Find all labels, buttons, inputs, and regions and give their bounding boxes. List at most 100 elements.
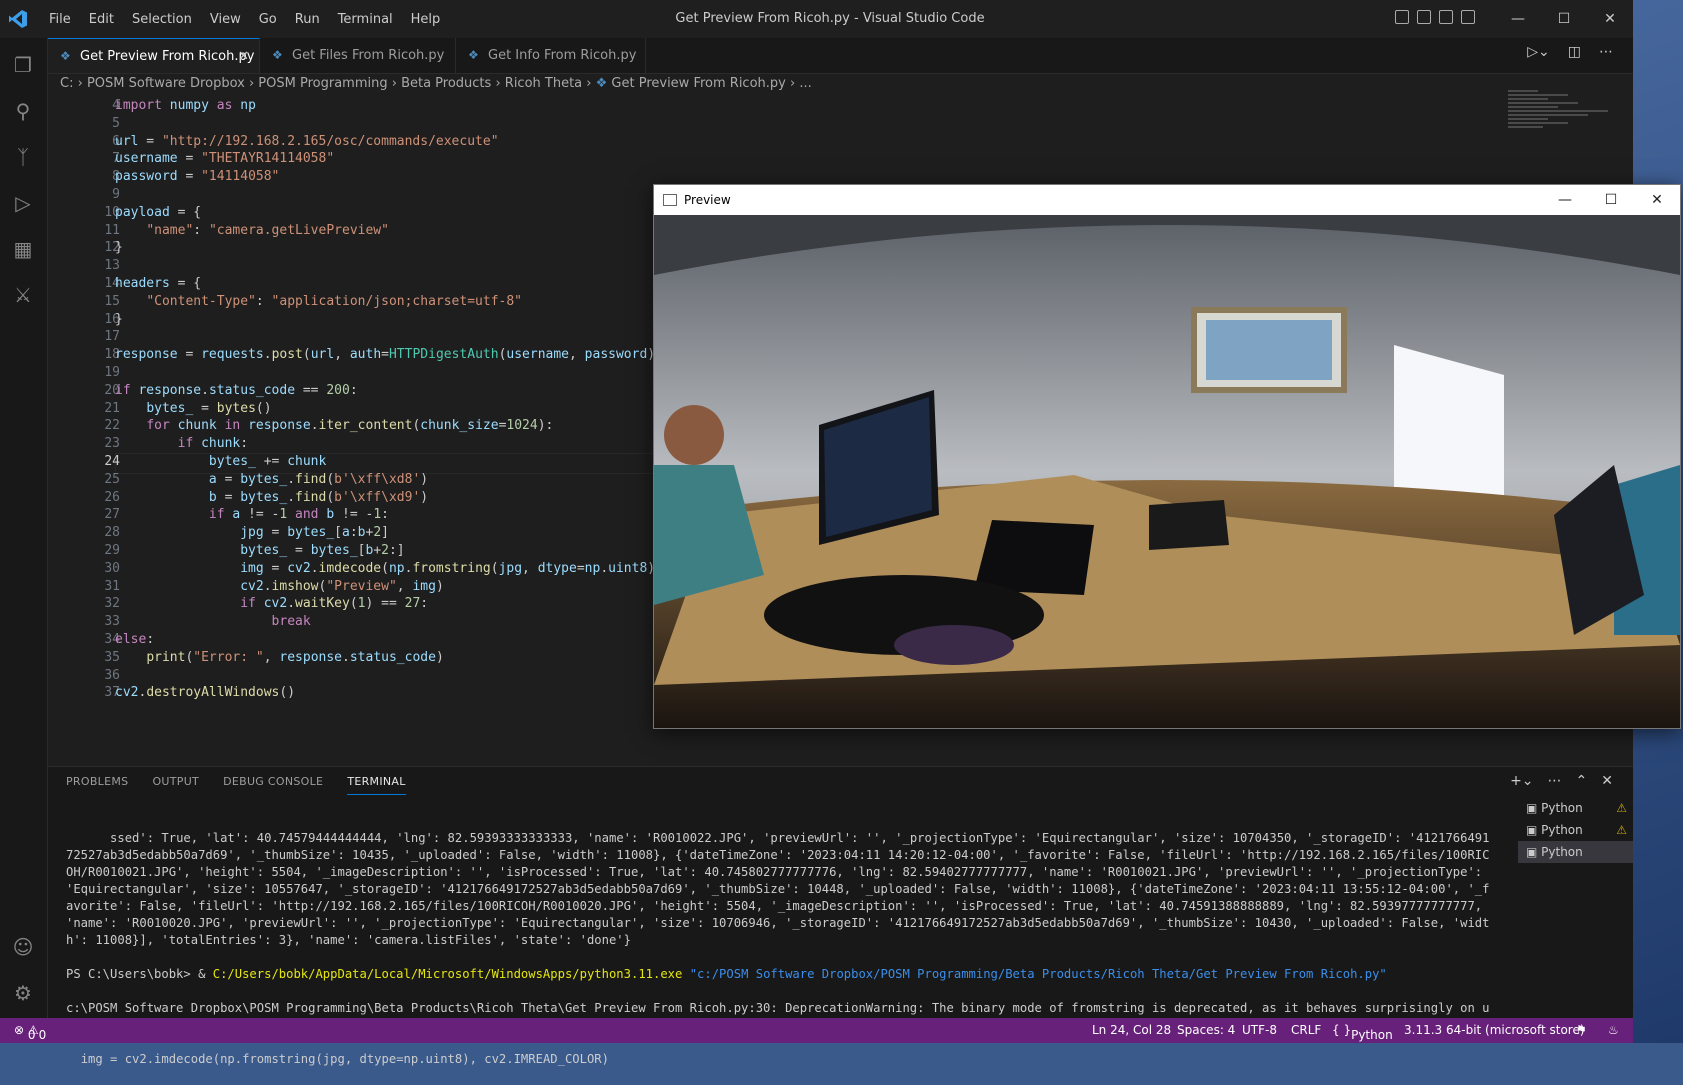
terminal-list: ▣ Python ⚠ ▣ Python ⚠ ▣ Python [1518, 797, 1633, 863]
menu-file[interactable]: File [40, 12, 80, 27]
explorer-icon[interactable]: ❐ [10, 52, 36, 78]
encoding[interactable]: UTF-8 [1242, 1023, 1277, 1037]
code-line: response = requests.post(url, auth=HTTPD… [115, 347, 663, 363]
line-number: 25 [104, 471, 120, 487]
tab-debug-console[interactable]: DEBUG CONSOLE [223, 775, 323, 795]
line-ending[interactable]: CRLF [1291, 1023, 1321, 1037]
new-terminal-icon[interactable]: +⌄ [1510, 773, 1533, 789]
line-number: 13 [104, 258, 120, 274]
tab-terminal[interactable]: TERMINAL [347, 775, 406, 795]
status-bar: ⊗ 0 ⚠ 0 Ln 24, Col 28 Spaces: 4 UTF-8 CR… [0, 1018, 1633, 1043]
live-preview-image [654, 215, 1680, 728]
breadcrumb-item[interactable]: POSM Software Dropbox [87, 76, 245, 91]
line-number: 36 [104, 667, 120, 683]
split-editor-icon[interactable]: ◫ [1568, 44, 1581, 60]
terminal-item[interactable]: ▣ Python ⚠ [1518, 797, 1633, 819]
more-actions-icon[interactable]: ⋯ [1548, 773, 1562, 789]
code-line: jpg = bytes_[a:b+2] [240, 525, 389, 541]
source-control-icon[interactable]: ᛉ [10, 144, 36, 170]
python-interpreter[interactable]: 3.11.3 64-bit (microsoft store) [1404, 1023, 1585, 1037]
cursor-position[interactable]: Ln 24, Col 28 [1092, 1023, 1171, 1037]
more-actions-icon[interactable]: ⋯ [1599, 44, 1613, 60]
terminal-warning-code: img = cv2.imdecode(np.fromstring(jpg, dt… [66, 1052, 609, 1066]
close-icon[interactable]: ✕ [1587, 0, 1633, 38]
line-number: 19 [104, 365, 120, 380]
menu-run[interactable]: Run [286, 12, 329, 27]
testing-icon[interactable]: ⚔ [10, 282, 36, 308]
menu-view[interactable]: View [201, 12, 250, 27]
minimize-icon[interactable]: — [1495, 0, 1541, 38]
terminal-output[interactable]: ssed': True, 'lat': 40.74579444444444, '… [66, 813, 1491, 1085]
notifications-bell-icon[interactable]: ♨ [1608, 1023, 1619, 1037]
tab-output[interactable]: OUTPUT [152, 775, 199, 795]
menu-go[interactable]: Go [250, 12, 286, 27]
menu-terminal[interactable]: Terminal [329, 12, 402, 27]
tab-label: Get Info From Ricoh.py [488, 48, 637, 63]
terminal-script-path: "c:/POSM Software Dropbox/POSM Programmi… [689, 967, 1387, 981]
run-debug-icon[interactable]: ▷ [10, 190, 36, 216]
toggle-secondary-sidebar-icon[interactable] [1439, 10, 1453, 24]
run-python-file-icon[interactable]: ▷⌄ [1527, 44, 1550, 60]
window-app-icon [663, 194, 677, 206]
maximize-icon[interactable]: ☐ [1588, 185, 1634, 215]
toggle-sidebar-icon[interactable] [1395, 10, 1409, 24]
terminal-item-label: Python [1541, 845, 1583, 859]
close-tab-icon[interactable]: ✕ [238, 39, 249, 74]
customize-layout-icon[interactable] [1461, 10, 1475, 24]
menu-selection[interactable]: Selection [123, 12, 201, 27]
code-line: } [115, 240, 123, 256]
line-number: 11 [104, 222, 120, 238]
line-number: 30 [104, 560, 120, 576]
close-icon[interactable]: ✕ [1634, 185, 1680, 215]
indentation[interactable]: Spaces: 4 [1177, 1023, 1235, 1037]
code-line: cv2.imshow("Preview", img) [240, 578, 444, 594]
feedback-icon[interactable]: ⚑ [1576, 1023, 1587, 1037]
line-number: 29 [104, 543, 120, 558]
code-line: url = "http://192.168.2.165/osc/commands… [115, 133, 499, 149]
code-line: a = bytes_.find(b'\xff\xd8') [208, 471, 429, 487]
menu-help[interactable]: Help [402, 12, 450, 27]
breadcrumb-item[interactable]: Ricoh Theta [505, 76, 582, 91]
warning-count: 0 [38, 1028, 47, 1042]
line-number: 34 [104, 632, 120, 647]
warning-icon: ⚠ [1616, 801, 1627, 815]
extensions-icon[interactable]: ▦ [10, 236, 36, 262]
problems-status[interactable]: ⊗ 0 ⚠ 0 [14, 1023, 46, 1042]
menu-edit[interactable]: Edit [80, 12, 123, 27]
search-icon[interactable]: ⚲ [10, 98, 36, 124]
minimize-icon[interactable]: — [1542, 185, 1588, 215]
minimap[interactable] [1508, 88, 1618, 168]
toggle-panel-icon[interactable] [1417, 10, 1431, 24]
line-number: 33 [104, 614, 120, 630]
tab-label: Get Preview From Ricoh.py [80, 49, 255, 64]
tab-get-info[interactable]: ❖ Get Info From Ricoh.py [456, 38, 646, 73]
python-file-icon: ❖ [595, 76, 608, 91]
breadcrumb-item[interactable]: POSM Programming [258, 76, 387, 91]
terminal-item[interactable]: ▣ Python ⚠ [1518, 819, 1633, 841]
accounts-icon[interactable]: ☺ [10, 934, 36, 960]
breadcrumb-item[interactable]: ... [799, 76, 811, 91]
settings-gear-icon[interactable]: ⚙ [10, 980, 36, 1006]
close-panel-icon[interactable]: ✕ [1601, 773, 1613, 789]
python-file-icon: ❖ [60, 49, 71, 63]
line-number: 7 [112, 151, 120, 167]
breadcrumb: C: › POSM Software Dropbox › POSM Progra… [60, 76, 812, 91]
code-line: if chunk: [177, 436, 249, 452]
code-line: print("Error: ", response.status_code) [146, 649, 444, 665]
tab-problems[interactable]: PROBLEMS [66, 775, 128, 795]
maximize-icon[interactable]: ☐ [1541, 0, 1587, 38]
breadcrumb-item[interactable]: Get Preview From Ricoh.py [611, 76, 785, 91]
tab-get-preview[interactable]: ❖ Get Preview From Ricoh.py ✕ [48, 38, 260, 73]
terminal-item[interactable]: ▣ Python [1518, 841, 1633, 863]
line-number: 20 [104, 382, 120, 398]
line-number: 16 [104, 311, 120, 327]
python-file-icon: ❖ [272, 48, 283, 62]
maximize-panel-icon[interactable]: ⌃ [1576, 773, 1588, 789]
breadcrumb-item[interactable]: Beta Products [401, 76, 491, 91]
language-mode[interactable]: { } Python [1332, 1023, 1393, 1042]
code-line: if a != -1 and b != -1: [208, 507, 389, 523]
tab-get-files[interactable]: ❖ Get Files From Ricoh.py [260, 38, 456, 73]
line-number: 10 [104, 204, 120, 220]
line-number: 6 [112, 133, 120, 149]
breadcrumb-item[interactable]: C: [60, 76, 73, 91]
